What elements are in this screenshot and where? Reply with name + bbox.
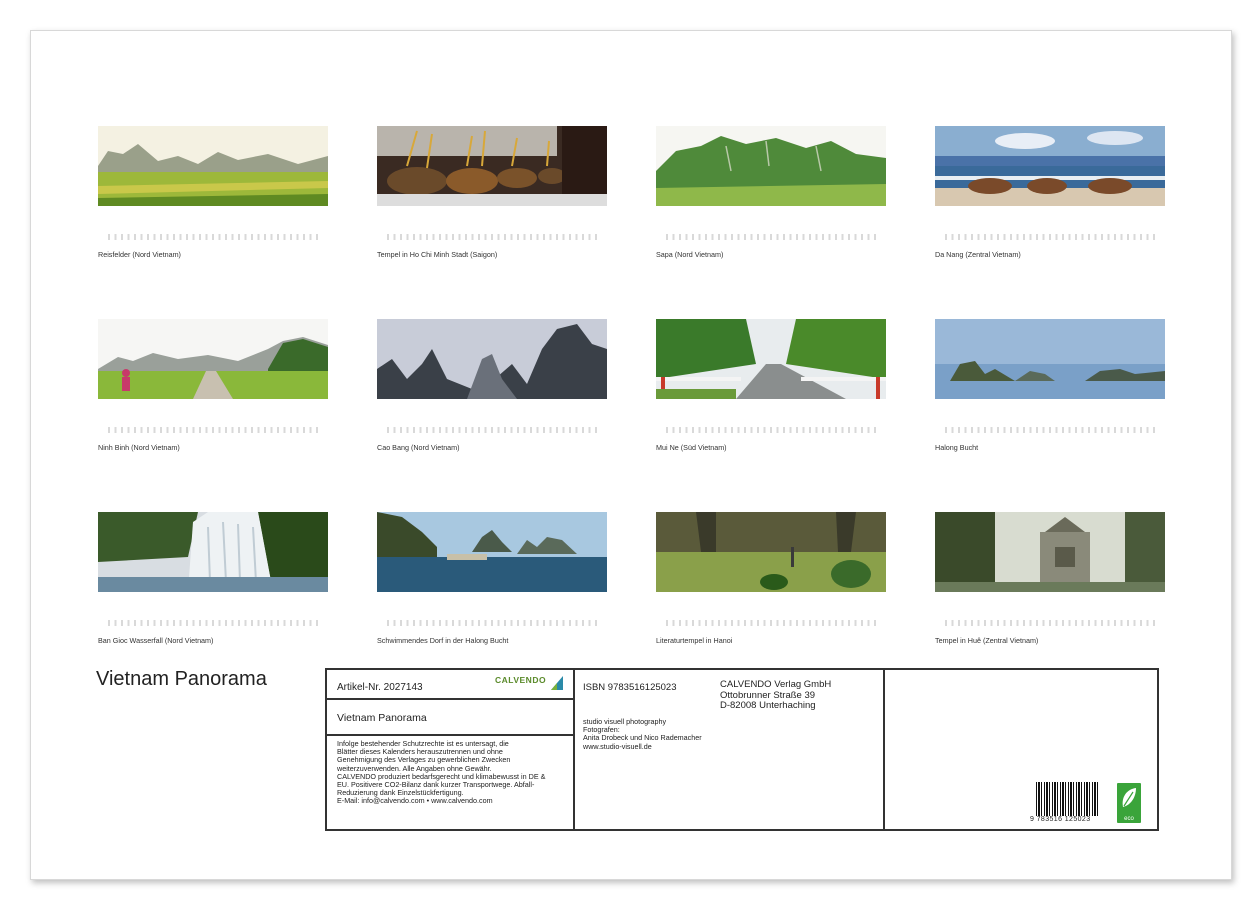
month-cell: Ninh Binh (Nord Vietnam)	[98, 319, 328, 454]
publisher-address: CALVENDO Verlag GmbH Ottobrunner Straße …	[720, 679, 832, 712]
publisher-city: D-82008 Unterhaching	[720, 700, 816, 711]
info-column-article: Artikel-Nr. 2027143 CALVENDO Vietnam Pan…	[327, 670, 575, 829]
month-cell: Tempel in Huê (Zentral Vietnam)	[935, 512, 1165, 647]
calendar-days	[108, 427, 318, 433]
mini-calendar-strip	[656, 227, 886, 245]
calendar-days	[945, 620, 1155, 626]
month-cell: Schwimmendes Dorf in der Halong Bucht	[377, 512, 607, 647]
month-caption: Reisfelder (Nord Vietnam)	[98, 250, 181, 259]
month-photo	[98, 126, 328, 206]
month-caption: Mui Ne (Süd Vietnam)	[656, 443, 727, 452]
article-number: Artikel-Nr. 2027143	[337, 682, 423, 693]
month-cell: Halong Bucht	[935, 319, 1165, 454]
month-photo	[656, 126, 886, 206]
info-title: Vietnam Panorama	[337, 712, 427, 724]
photographer-credits: studio visuell photography Fotografen: Ani…	[583, 717, 702, 751]
calendar-days	[666, 427, 876, 433]
mini-calendar-strip	[98, 613, 328, 631]
month-cell: Cao Bang (Nord Vietnam)	[377, 319, 607, 454]
month-caption: Halong Bucht	[935, 443, 979, 452]
calendar-days	[387, 234, 597, 240]
month-photo	[377, 512, 607, 592]
month-caption: Schwimmendes Dorf in der Halong Bucht	[377, 636, 509, 645]
month-photo	[656, 512, 886, 592]
calendar-days	[387, 620, 597, 626]
calendar-days	[108, 620, 318, 626]
publisher-name: CALVENDO Verlag GmbH	[720, 679, 832, 690]
month-photo	[377, 319, 607, 399]
mini-calendar-strip	[656, 420, 886, 438]
calvendo-logo: CALVENDO	[495, 675, 565, 693]
month-cell: Ban Gioc Wasserfall (Nord Vietnam)	[98, 512, 328, 647]
barcode-bars	[1036, 782, 1098, 816]
isbn: ISBN 9783516125023	[583, 682, 677, 693]
month-photo	[935, 126, 1165, 206]
month-photo	[377, 126, 607, 206]
month-cell: Mui Ne (Süd Vietnam)	[656, 319, 886, 454]
legal-notice: Infolge bestehender Schutzrechte ist es …	[337, 739, 569, 806]
calendar-days	[666, 620, 876, 626]
month-caption: Ninh Binh (Nord Vietnam)	[98, 443, 180, 452]
calendar-days	[387, 427, 597, 433]
calendar-days	[945, 427, 1155, 433]
month-cell: Sapa (Nord Vietnam)	[656, 126, 886, 261]
barcode: 9 783516 125023	[1030, 782, 1102, 826]
month-caption: Tempel in Ho Chi Minh Stadt (Saigon)	[377, 250, 498, 259]
calendar-days	[666, 234, 876, 240]
month-photo	[935, 319, 1165, 399]
month-caption: Literaturtempel in Hanoi	[656, 636, 733, 645]
month-photo	[935, 512, 1165, 592]
mini-calendar-strip	[377, 227, 607, 245]
month-caption: Da Nang (Zentral Vietnam)	[935, 250, 1021, 259]
logo-mark-icon	[551, 676, 563, 690]
legal-line: E-Mail: info@calvendo.com • www.calvendo…	[337, 796, 493, 806]
article-row: Artikel-Nr. 2027143 CALVENDO	[327, 670, 573, 700]
mini-calendar-strip	[98, 227, 328, 245]
mini-calendar-strip	[935, 613, 1165, 631]
mini-calendar-strip	[656, 613, 886, 631]
month-cell: Reisfelder (Nord Vietnam)	[98, 126, 328, 261]
month-cell: Literaturtempel in Hanoi	[656, 512, 886, 647]
mini-calendar-strip	[935, 420, 1165, 438]
month-photo	[98, 319, 328, 399]
month-photo	[98, 512, 328, 592]
eco-label: eco	[1124, 816, 1134, 822]
barcode-number: 9 783516 125023	[1030, 816, 1091, 823]
calendar-days	[945, 234, 1155, 240]
photographer-line: www.studio-visuell.de	[583, 741, 652, 751]
eco-badge: eco	[1117, 783, 1141, 823]
month-caption: Ban Gioc Wasserfall (Nord Vietnam)	[98, 636, 214, 645]
mini-calendar-strip	[377, 420, 607, 438]
month-caption: Cao Bang (Nord Vietnam)	[377, 443, 460, 452]
month-caption: Sapa (Nord Vietnam)	[656, 250, 724, 259]
info-box: Artikel-Nr. 2027143 CALVENDO Vietnam Pan…	[325, 668, 1159, 831]
calendar-days	[108, 234, 318, 240]
month-photo	[656, 319, 886, 399]
mini-calendar-strip	[98, 420, 328, 438]
mini-calendar-strip	[377, 613, 607, 631]
calendar-title: Vietnam Panorama	[96, 668, 267, 690]
info-column-publisher: ISBN 9783516125023 CALVENDO Verlag GmbH …	[573, 670, 885, 829]
month-caption: Tempel in Huê (Zentral Vietnam)	[935, 636, 1039, 645]
month-cell: Tempel in Ho Chi Minh Stadt (Saigon)	[377, 126, 607, 261]
month-grid: Reisfelder (Nord Vietnam) Tempel in Ho Ch…	[98, 126, 1165, 656]
leaf-icon	[1122, 788, 1136, 807]
month-cell: Da Nang (Zentral Vietnam)	[935, 126, 1165, 261]
title-row: Vietnam Panorama	[327, 700, 573, 736]
mini-calendar-strip	[935, 227, 1165, 245]
